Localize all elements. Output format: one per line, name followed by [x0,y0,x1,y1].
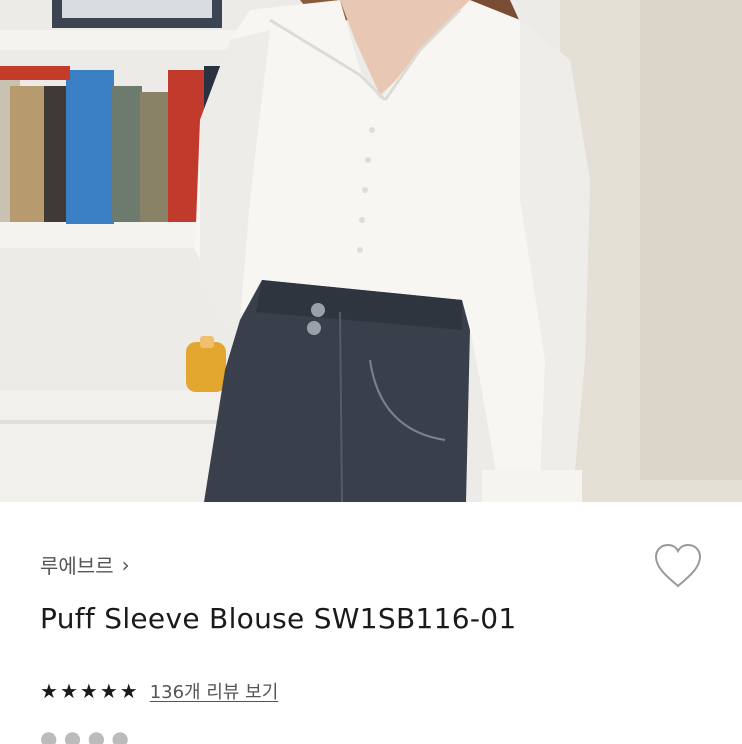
star-icon: ★ [59,679,78,703]
star-icon: ★ [79,679,98,703]
product-image[interactable] [0,0,742,502]
product-photo-illustration [0,0,742,502]
rating-row: ★ ★ ★ ★ ★ 136개 리뷰 보기 [40,678,278,704]
brand-name: 루에브르 [40,554,114,578]
price-cutoff: ● ● ● ● ● [40,732,129,744]
product-info-panel: 루에브르 › Puff Sleeve Blouse SW1SB116-01 ★ … [0,502,742,744]
star-icon: ★ [40,679,58,703]
chevron-right-icon: › [121,552,130,577]
product-title: Puff Sleeve Blouse SW1SB116-01 [40,602,517,635]
wishlist-button[interactable] [650,540,706,592]
brand-link[interactable]: 루에브르 › [40,550,130,579]
star-rating: ★ ★ ★ ★ ★ [40,681,138,701]
review-count-link[interactable]: 136개 리뷰 보기 [150,678,279,704]
star-icon: ★ [99,679,118,703]
star-icon: ★ [119,679,138,703]
heart-outline-icon [654,543,702,588]
